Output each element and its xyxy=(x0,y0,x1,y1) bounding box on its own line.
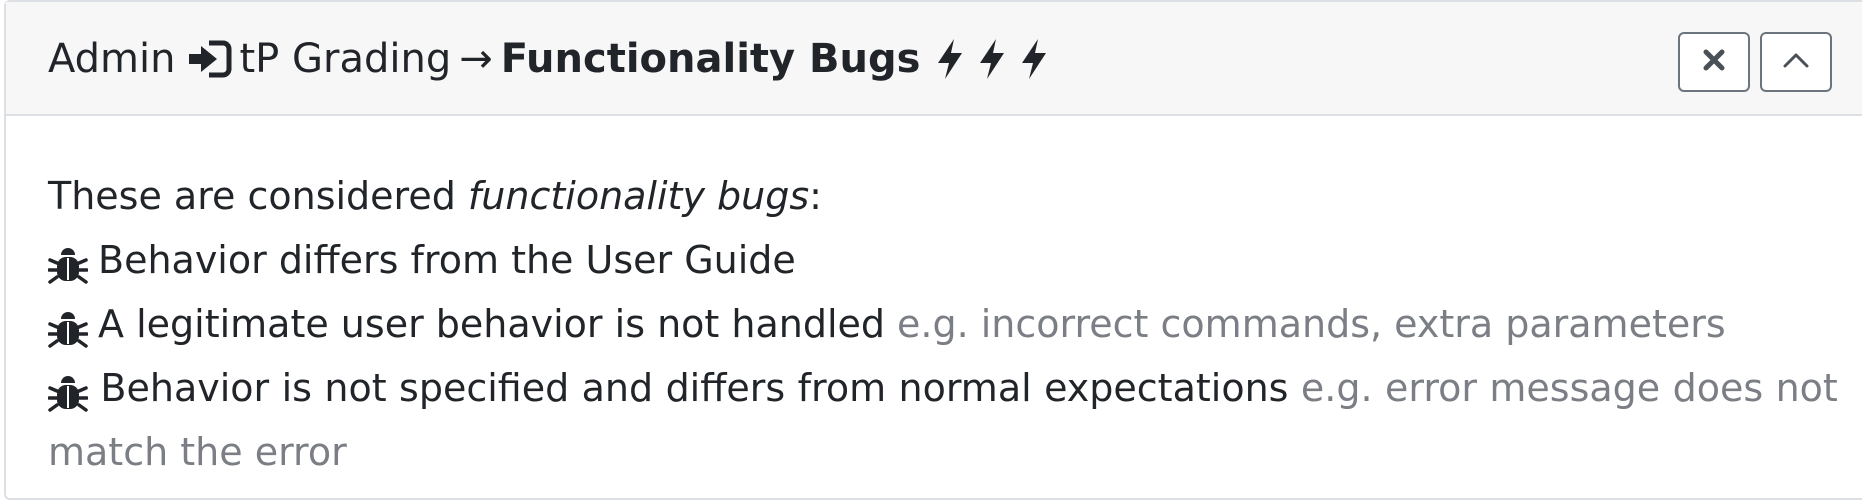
sign-in-icon xyxy=(187,39,233,79)
intro-emphasis: functionality bugs xyxy=(467,174,810,218)
list-item: A legitimate user behavior is not handle… xyxy=(47,292,1848,356)
bolt-icon xyxy=(976,37,1008,81)
breadcrumb-admin: Admin xyxy=(48,36,176,82)
list-item-note: e.g. incorrect commands, extra parameter… xyxy=(897,302,1726,346)
bug-icon xyxy=(47,304,89,348)
list-item-word: specified xyxy=(399,366,570,410)
panel-card: Admin tP Grading → Functionality Bugs Th… xyxy=(4,0,1862,500)
breadcrumb-tp-grading: tP Grading xyxy=(239,36,452,82)
list-item-word: differs xyxy=(665,366,786,410)
list-item-note-word: not xyxy=(1775,366,1838,410)
list-item-text: Behavior differs from the User Guide xyxy=(98,238,796,282)
list-item-note-word: does xyxy=(1672,366,1764,410)
close-icon xyxy=(1703,49,1725,75)
list-item-note-word: message xyxy=(1489,366,1661,410)
list-item-word: expectations xyxy=(1044,366,1289,410)
list-item-note: match the error xyxy=(48,430,347,474)
list-item: Behavior differs from the User Guide xyxy=(47,228,1848,292)
bolt-icon xyxy=(1018,37,1050,81)
list-item-text: A legitimate user behavior is not handle… xyxy=(98,302,886,346)
bug-icon xyxy=(47,368,89,412)
panel-body: These are considered functionality bugs … xyxy=(47,164,1848,484)
list-item-word: not xyxy=(324,366,387,410)
chevron-up-icon xyxy=(1783,52,1809,72)
list-item-word: from xyxy=(797,366,887,410)
close-button[interactable] xyxy=(1678,32,1750,92)
bug-icon xyxy=(47,240,89,284)
collapse-button[interactable] xyxy=(1760,32,1832,92)
intro-colon: : xyxy=(809,174,822,218)
panel-header[interactable]: Admin tP Grading → Functionality Bugs xyxy=(6,2,1862,116)
intro-line: These are considered functionality bugs … xyxy=(48,164,1848,228)
breadcrumb-arrow: → xyxy=(459,36,493,82)
section-title: Functionality Bugs xyxy=(500,36,921,82)
bolt-icon xyxy=(934,37,966,81)
list-item-word: is xyxy=(281,366,312,410)
intro-text: These are considered xyxy=(48,174,468,218)
list-item-note-word: error xyxy=(1384,366,1477,410)
list-item-continuation: match the error xyxy=(48,420,1848,484)
list-item-word: and xyxy=(581,366,654,410)
list-item-note-word: e.g. xyxy=(1300,366,1373,410)
list-item: Behavior is not specified and differs fr… xyxy=(47,356,1838,420)
list-item-word: Behavior xyxy=(100,366,270,410)
list-item-word: normal xyxy=(898,366,1032,410)
panel-title: Admin tP Grading → Functionality Bugs xyxy=(48,32,1050,86)
